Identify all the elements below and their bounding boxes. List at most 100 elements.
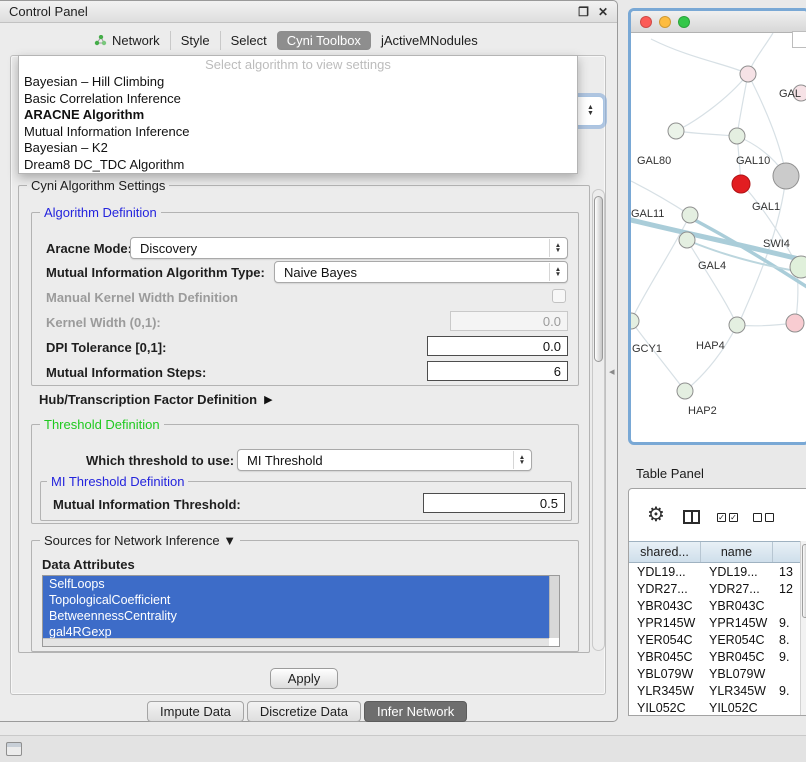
cyni-algorithm-settings-group: Cyni Algorithm Settings Algorithm Defini… <box>18 185 590 653</box>
tab-select[interactable]: Select <box>220 31 277 50</box>
attributes-scrollbar-horizontal[interactable] <box>43 638 549 646</box>
network-node[interactable] <box>668 123 684 139</box>
algorithm-option[interactable]: Mutual Information Inference <box>19 124 577 141</box>
mi-type-select[interactable]: Naive Bayes ▲▼ <box>274 261 568 283</box>
network-node[interactable] <box>729 317 745 333</box>
algorithm-definition-group: Algorithm Definition Aracne Mode: Discov… <box>31 212 579 386</box>
table-cell: YDR27... <box>701 582 773 596</box>
aracne-mode-select[interactable]: Discovery ▲▼ <box>130 237 568 259</box>
algorithm-option[interactable]: Bayesian – Hill Climbing <box>19 74 577 91</box>
tab-cyni-toolbox[interactable]: Cyni Toolbox <box>277 31 371 50</box>
zoom-traffic-light[interactable] <box>678 16 690 28</box>
network-node[interactable] <box>729 128 745 144</box>
bottom-tab-discretize-data[interactable]: Discretize Data <box>247 701 361 722</box>
combo-arrows-icon: ▲▼ <box>549 263 566 281</box>
table-row[interactable]: YPR145WYPR145W9. <box>629 614 806 631</box>
table-panel-window: ⚙ ✓✓ shared...name YDL19...YDL19...13YDR… <box>628 488 806 716</box>
combo-arrows-icon: ▲▼ <box>513 451 530 469</box>
network-node[interactable] <box>773 163 799 189</box>
table-cell: YBR043C <box>629 599 701 613</box>
control-panel-titlebar[interactable]: Control Panel ❐ ✕ <box>0 1 617 23</box>
network-node[interactable] <box>786 314 804 332</box>
scrollbar-thumb[interactable] <box>594 196 603 362</box>
network-window-titlebar[interactable] <box>631 11 806 33</box>
which-threshold-label: Which threshold to use: <box>86 453 234 468</box>
manual-kernel-label: Manual Kernel Width Definition <box>46 290 238 305</box>
table-cell: YPR145W <box>701 616 773 630</box>
attribute-item[interactable]: BetweennessCentrality <box>43 608 549 624</box>
table-scrollbar[interactable] <box>800 541 806 715</box>
attributes-scrollbar-vertical[interactable] <box>549 576 559 638</box>
tab-label: Style <box>181 33 210 48</box>
float-window-icon[interactable]: ❐ <box>578 5 589 19</box>
sources-group-title[interactable]: Sources for Network Inference ▼ <box>40 533 240 548</box>
table-cell: YBR045C <box>629 650 701 664</box>
hub-definition-toggle[interactable]: Hub/Transcription Factor Definition ▶ <box>39 392 273 407</box>
deselect-all-icon[interactable] <box>753 513 774 522</box>
close-traffic-light[interactable] <box>640 16 652 28</box>
network-node[interactable] <box>677 383 693 399</box>
algorithm-option[interactable]: ARACNE Algorithm <box>19 107 577 124</box>
table-row[interactable]: YDL19...YDL19...13 <box>629 563 806 580</box>
table-row[interactable]: YER054CYER054C8. <box>629 631 806 648</box>
settings-scrollbar[interactable] <box>592 189 605 651</box>
table-cell: YPR145W <box>629 616 701 630</box>
mi-steps-field[interactable]: 6 <box>427 361 568 381</box>
table-cell: YBR043C <box>701 599 773 613</box>
network-node[interactable] <box>740 66 756 82</box>
network-node[interactable] <box>682 207 698 223</box>
network-node[interactable] <box>679 232 695 248</box>
mini-window-icon[interactable] <box>6 742 22 756</box>
kernel-width-field[interactable]: 0.0 <box>450 311 568 331</box>
which-threshold-select[interactable]: MI Threshold ▲▼ <box>237 449 532 471</box>
attribute-item[interactable]: TopologicalCoefficient <box>43 592 549 608</box>
mi-threshold-group: MI Threshold Definition Mutual Informati… <box>40 481 572 521</box>
dpi-tolerance-field[interactable]: 0.0 <box>427 336 568 356</box>
table-row[interactable]: YDR27...YDR27...12 <box>629 580 806 597</box>
table-row[interactable]: YBR043CYBR043C <box>629 597 806 614</box>
dropdown-prompt: Select algorithm to view settings <box>19 56 577 74</box>
apply-button[interactable]: Apply <box>270 668 338 689</box>
tab-label: Network <box>112 33 160 48</box>
algorithm-option[interactable]: Basic Correlation Inference <box>19 91 577 108</box>
algorithm-option[interactable]: Bayesian – K2 <box>19 140 577 157</box>
algorithm-select-arrows[interactable]: ▲▼ <box>577 96 604 126</box>
attribute-item[interactable]: SelfLoops <box>43 576 549 592</box>
tab-style[interactable]: Style <box>170 31 220 50</box>
table-row[interactable]: YLR345WYLR345W9. <box>629 682 806 699</box>
table-row[interactable]: YIL052CYIL052C <box>629 699 806 715</box>
close-window-icon[interactable]: ✕ <box>598 5 608 19</box>
network-graph[interactable]: GALGAL80GAL10GAL11GAL1SWI4GAL4GCY1HAP4HA… <box>631 33 806 445</box>
node-label: GAL10 <box>736 155 770 167</box>
table-row[interactable]: YBR045CYBR045C9. <box>629 648 806 665</box>
mi-type-label: Mutual Information Algorithm Type: <box>46 265 265 280</box>
manual-kernel-checkbox[interactable] <box>552 289 566 303</box>
network-edge <box>631 321 685 391</box>
minimize-traffic-light[interactable] <box>659 16 671 28</box>
table-header-row[interactable]: shared...name <box>629 541 806 563</box>
tab-jactivemnodules[interactable]: jActiveMNodules <box>371 31 488 50</box>
network-edge <box>685 325 737 391</box>
tab-network[interactable]: Network <box>84 31 170 50</box>
table-cell: YBL079W <box>629 667 701 681</box>
bottom-tab-impute-data[interactable]: Impute Data <box>147 701 244 722</box>
table-row[interactable]: YBL079WYBL079W <box>629 665 806 682</box>
panel-splitter-arrow[interactable]: ◂ <box>609 365 615 378</box>
insert-column-icon[interactable] <box>683 510 700 524</box>
column-header-name[interactable]: name <box>701 542 773 562</box>
data-attributes-label: Data Attributes <box>42 557 135 572</box>
tab-label: Cyni Toolbox <box>287 33 361 48</box>
data-attributes-list[interactable]: SelfLoopsTopologicalCoefficientBetweenne… <box>42 575 560 647</box>
network-view-window: GALGAL80GAL10GAL11GAL1SWI4GAL4GCY1HAP4HA… <box>628 8 806 445</box>
select-all-icon[interactable]: ✓✓ <box>717 513 738 522</box>
algorithm-option[interactable]: Dream8 DC_TDC Algorithm <box>19 157 577 174</box>
table-cell: YIL052C <box>629 701 701 715</box>
network-node[interactable] <box>631 313 639 329</box>
gear-icon[interactable]: ⚙ <box>647 505 665 525</box>
network-node[interactable] <box>732 175 750 193</box>
mi-threshold-field[interactable]: 0.5 <box>423 493 565 513</box>
node-label: GAL80 <box>637 155 671 167</box>
bottom-tab-infer-network[interactable]: Infer Network <box>364 701 467 722</box>
status-bar <box>0 735 806 762</box>
column-header-shared[interactable]: shared... <box>629 542 701 562</box>
